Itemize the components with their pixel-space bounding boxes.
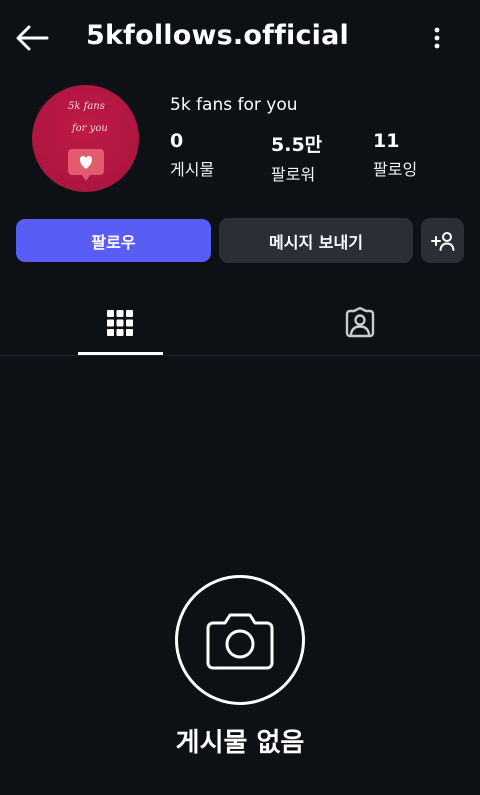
top-bar: 5kfollows.official [0, 0, 480, 76]
avatar[interactable]: 5k fans for you [32, 85, 139, 192]
stat-followers[interactable]: 5.5만 팔로워 [271, 130, 322, 185]
arrow-left-icon [16, 25, 49, 51]
tagged-person-icon [345, 307, 375, 338]
more-vertical-icon [434, 27, 440, 49]
stat-following[interactable]: 11 팔로잉 [373, 130, 417, 180]
stat-posts-value: 0 [170, 130, 184, 152]
back-button[interactable] [14, 22, 50, 54]
add-user-button[interactable] [421, 218, 464, 263]
follow-button[interactable]: 팔로우 [16, 219, 211, 262]
empty-state-camera [175, 575, 305, 705]
grid-icon [107, 310, 133, 336]
tabs-divider [0, 355, 480, 356]
camera-icon [206, 613, 274, 670]
stat-following-label: 팔로잉 [373, 160, 418, 179]
stat-followers-label: 팔로워 [271, 165, 316, 184]
message-button[interactable]: 메시지 보내기 [219, 218, 413, 263]
more-options-button[interactable] [424, 22, 450, 54]
stat-posts[interactable]: 0 게시물 [170, 130, 214, 180]
avatar-line2: for you [72, 123, 108, 134]
stat-posts-label: 게시물 [170, 160, 215, 179]
tab-tagged[interactable] [240, 290, 480, 356]
profile-screen: 5kfollows.official 5k fans for you 5k fa… [0, 0, 480, 795]
profile-username: 5kfollows.official [86, 20, 350, 51]
stat-following-value: 11 [373, 130, 400, 152]
stat-followers-value: 5.5만 [271, 134, 323, 156]
tab-posts-grid[interactable] [0, 290, 240, 356]
profile-bio: 5k fans for you [170, 95, 298, 115]
avatar-line1: 5k fans [68, 101, 105, 112]
person-add-icon [430, 231, 454, 251]
heart-chat-icon [68, 149, 104, 181]
empty-state-text: 게시물 없음 [175, 728, 305, 758]
